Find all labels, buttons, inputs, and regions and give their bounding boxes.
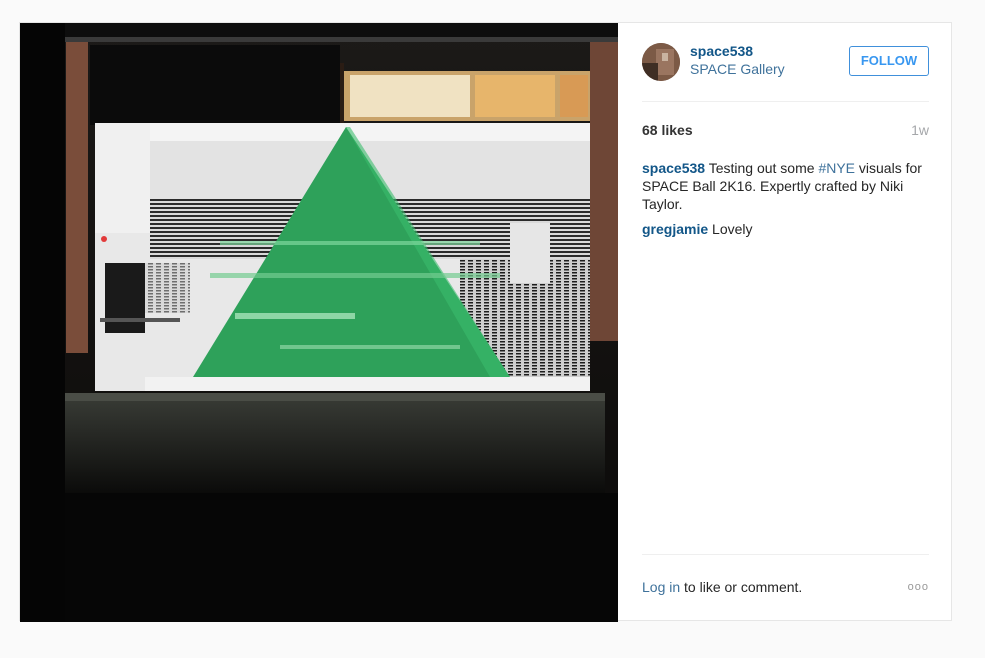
post-sidebar: space538 SPACE Gallery FOLLOW 68 likes 1… — [618, 23, 953, 622]
caption-text-start: Testing out some — [708, 160, 819, 176]
avatar-image — [642, 43, 680, 81]
instagram-post: space538 SPACE Gallery FOLLOW 68 likes 1… — [19, 22, 953, 622]
post-video[interactable] — [20, 23, 618, 622]
comments-list: space538 Testing out some #NYE visuals f… — [642, 159, 932, 245]
post-time[interactable]: 1w — [911, 122, 929, 138]
caption: space538 Testing out some #NYE visuals f… — [642, 159, 932, 213]
caption-username-link[interactable]: space538 — [642, 160, 705, 176]
avatar[interactable] — [642, 43, 680, 81]
comment-text: Lovely — [712, 221, 753, 237]
login-link[interactable]: Log in — [642, 579, 680, 595]
post-footer: Log in to like or comment. ooo — [642, 579, 929, 595]
follow-button[interactable]: FOLLOW — [849, 46, 929, 76]
footer-divider — [642, 554, 929, 555]
comment-username-link[interactable]: gregjamie — [642, 221, 708, 237]
post-header: space538 SPACE Gallery FOLLOW — [642, 43, 929, 101]
header-divider — [642, 101, 929, 102]
login-prompt-text: to like or comment. — [680, 579, 803, 595]
stage-scene-image — [20, 23, 618, 622]
likes-count[interactable]: 68 likes — [642, 122, 693, 138]
more-options-icon[interactable]: ooo — [908, 581, 929, 593]
comment-item: gregjamie Lovely — [642, 220, 932, 238]
hashtag-link[interactable]: #NYE — [818, 160, 855, 176]
username-link[interactable]: space538 — [690, 43, 753, 59]
location-link[interactable]: SPACE Gallery — [690, 61, 785, 77]
